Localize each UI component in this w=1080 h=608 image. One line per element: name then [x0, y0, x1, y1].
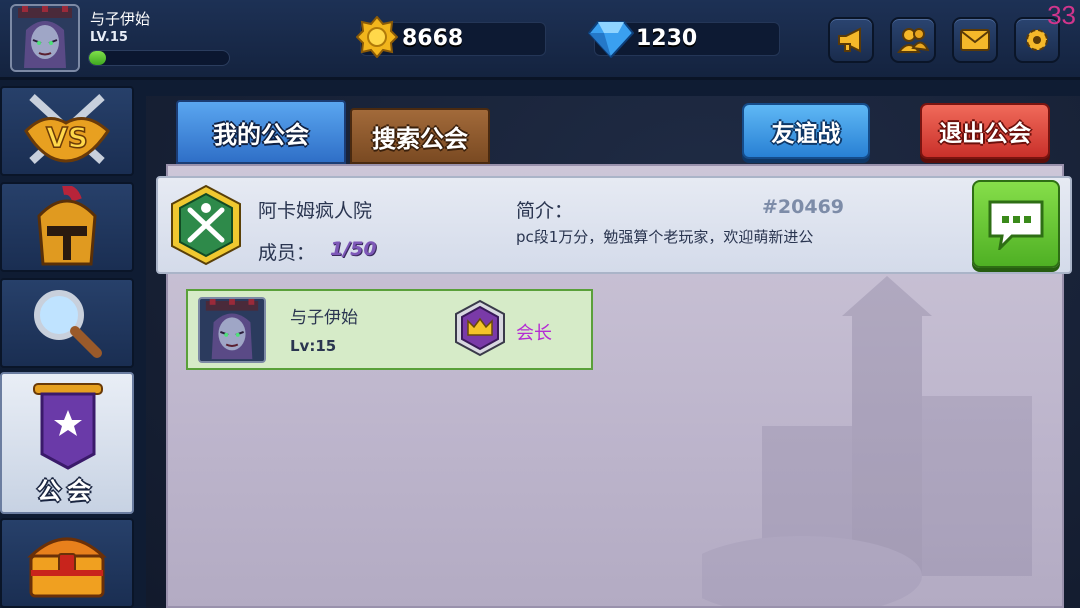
- svg-text:VS: VS: [46, 121, 88, 154]
- guild-intro-label: 简介：: [516, 200, 574, 222]
- player-name: 与子伊始: [90, 10, 151, 28]
- guild-banner-icon: [33, 383, 103, 470]
- mail-button[interactable]: [952, 17, 998, 63]
- member-level: Lv:15: [290, 337, 337, 355]
- friendly-battle-button[interactable]: 友谊战: [742, 103, 870, 159]
- leave-guild-button[interactable]: 退出公会: [920, 103, 1050, 159]
- player-avatar-icon: [12, 6, 78, 70]
- guild-chat-button[interactable]: [972, 180, 1060, 268]
- nav-item-heroes[interactable]: [0, 182, 134, 272]
- gem-amount: 1230: [636, 26, 698, 51]
- diamond-icon: [587, 20, 635, 62]
- treasure-chest-icon: [27, 537, 107, 598]
- crossed-swords-icon: [171, 184, 241, 266]
- xp-bar-fill: [89, 51, 106, 65]
- chat-bubble-icon: [988, 200, 1044, 250]
- member-role: 会长: [516, 323, 552, 344]
- player-level: LV.15: [90, 30, 128, 45]
- crown-icon: [455, 299, 505, 357]
- friends-button[interactable]: [890, 17, 936, 63]
- tab-my-guild[interactable]: 我的公会: [176, 100, 346, 164]
- mail-icon: [960, 29, 990, 51]
- guild-id: #20469: [762, 196, 845, 218]
- castle-background-art: [702, 276, 1032, 606]
- guild-info-card: 阿卡姆疯人院 成员： 1/50 简介： #20469 pc段1万分，勉强算个老玩…: [156, 176, 1072, 274]
- announcement-button[interactable]: [828, 17, 874, 63]
- guild-description: pc段1万分，勉强算个老玩家，欢迎萌新进公: [516, 228, 814, 246]
- nav-item-guild-label: 公会: [37, 477, 97, 505]
- nav-item-guild[interactable]: 公会: [0, 372, 134, 514]
- member-avatar-icon: [200, 299, 264, 361]
- top-bar: 与子伊始 LV.15 8668 1230 33: [0, 0, 1080, 80]
- guild-members-count: 1/50: [330, 238, 377, 260]
- helmet-icon: [37, 186, 97, 266]
- fps-counter: 33: [1047, 0, 1076, 30]
- player-avatar[interactable]: [10, 4, 80, 72]
- nav-item-search[interactable]: [0, 278, 134, 368]
- xp-bar: [88, 50, 230, 66]
- nav-item-chest[interactable]: [0, 518, 134, 608]
- gold-coin-icon: [355, 15, 399, 62]
- leader-badge: [454, 299, 506, 361]
- tab-search-guild[interactable]: 搜索公会: [350, 108, 490, 164]
- guild-members-label: 成员：: [258, 242, 316, 264]
- magnifier-icon: [34, 290, 102, 358]
- megaphone-icon: [838, 27, 861, 53]
- member-avatar: [198, 297, 266, 363]
- gold-amount: 8668: [402, 26, 464, 51]
- guild-emblem: [168, 184, 244, 270]
- member-name: 与子伊始: [290, 308, 358, 328]
- friends-icon: [897, 28, 929, 53]
- guild-name: 阿卡姆疯人院: [258, 200, 373, 222]
- nav-item-battle[interactable]: VS: [0, 86, 134, 176]
- vs-icon: VS: [24, 94, 110, 164]
- list-item[interactable]: 与子伊始 Lv:15 会长: [186, 289, 593, 370]
